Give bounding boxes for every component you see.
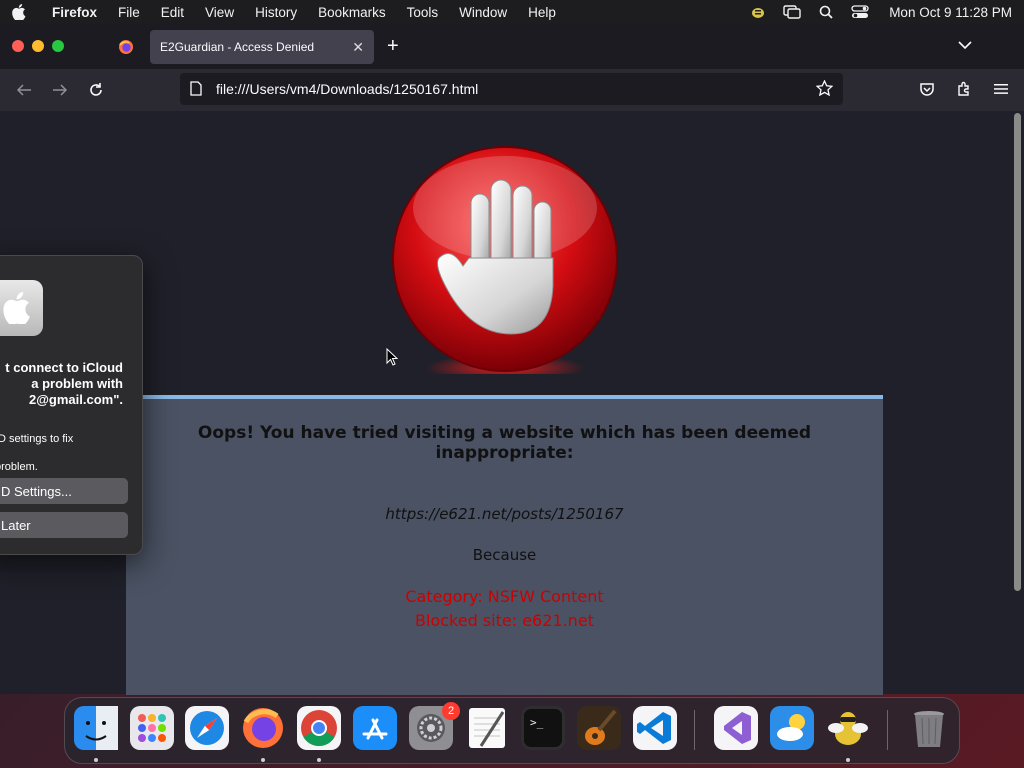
menu-app-name[interactable]: Firefox — [52, 5, 97, 20]
weather-icon[interactable] — [770, 706, 814, 750]
screen-mirroring-icon[interactable] — [783, 5, 801, 19]
firefox-running-indicator — [261, 758, 265, 762]
toolbar-actions — [918, 80, 1010, 98]
icloud-alert-dialog: t connect to iCloud a problem with 2@gma… — [0, 255, 143, 555]
menu-edit[interactable]: Edit — [161, 5, 184, 20]
dock: 2 >_ — [64, 697, 960, 764]
finder-icon[interactable] — [74, 706, 118, 750]
launchpad-icon[interactable] — [130, 706, 174, 750]
app-store-icon[interactable] — [353, 706, 397, 750]
textedit-icon[interactable] — [465, 706, 509, 750]
menubar-clock[interactable]: Mon Oct 9 11:28 PM — [889, 5, 1012, 20]
menu-window[interactable]: Window — [459, 5, 507, 20]
bookmark-star-icon[interactable] — [815, 78, 834, 99]
menu-history[interactable]: History — [255, 5, 297, 20]
reload-icon[interactable] — [86, 80, 106, 100]
tab-bar: E2Guardian - Access Denied ✕ + — [0, 24, 1024, 69]
firefox-view-icon[interactable] — [118, 39, 134, 55]
mouse-cursor-icon — [386, 347, 399, 371]
spotlight-search-icon[interactable] — [817, 5, 835, 19]
extensions-icon[interactable] — [955, 80, 973, 98]
close-tab-icon[interactable]: ✕ — [352, 39, 364, 56]
control-center-icon[interactable] — [851, 5, 869, 19]
menu-view[interactable]: View — [205, 5, 234, 20]
minimize-window-button[interactable] — [32, 40, 44, 52]
alert-subtext-line1: ID settings to fix — [0, 433, 74, 445]
later-button[interactable]: Later — [0, 512, 128, 538]
safari-icon[interactable] — [185, 706, 229, 750]
block-message-panel: Oops! You have tried visiting a website … — [126, 395, 883, 695]
terminal-icon[interactable]: >_ — [521, 706, 565, 750]
menu-bar: Firefox File Edit View History Bookmarks… — [0, 0, 1024, 24]
new-tab-icon[interactable]: + — [387, 36, 399, 56]
menu-file[interactable]: File — [118, 5, 140, 20]
finder-running-indicator — [94, 758, 98, 762]
alert-message: t connect to iCloud a problem with 2@gma… — [5, 360, 123, 407]
url-text[interactable]: file:///Users/vm4/Downloads/1250167.html — [216, 81, 478, 97]
page-scrollbar-thumb[interactable] — [1014, 113, 1021, 591]
cyberduck-icon[interactable] — [826, 706, 870, 750]
menu-tools[interactable]: Tools — [407, 5, 439, 20]
nav-toolbar: file:///Users/vm4/Downloads/1250167.html — [0, 69, 1024, 111]
cyberduck-running-indicator — [846, 758, 850, 762]
because-label: Because — [472, 546, 537, 564]
pocket-icon[interactable] — [918, 80, 936, 98]
stop-hand-icon — [391, 146, 619, 382]
vscode-icon[interactable] — [633, 706, 677, 750]
trash-icon[interactable] — [907, 706, 951, 750]
cyberduck-status-icon[interactable] — [749, 5, 767, 19]
svg-text:>_: >_ — [530, 716, 544, 729]
address-bar[interactable]: file:///Users/vm4/Downloads/1250167.html — [180, 73, 843, 105]
apple-menu-icon[interactable] — [12, 4, 42, 20]
apple-logo-icon — [0, 280, 43, 336]
close-window-button[interactable] — [12, 40, 24, 52]
forward-icon[interactable] — [50, 80, 70, 100]
menu-help[interactable]: Help — [528, 5, 556, 20]
back-icon[interactable] — [14, 80, 34, 100]
chrome-running-indicator — [317, 758, 321, 762]
window-controls — [12, 40, 64, 52]
menu-bookmarks[interactable]: Bookmarks — [318, 5, 386, 20]
garageband-icon[interactable] — [577, 706, 621, 750]
block-category: Category: NSFW Content — [405, 587, 604, 606]
dock-separator — [694, 710, 695, 750]
page-document-icon — [190, 81, 204, 97]
hamburger-menu-icon[interactable] — [992, 80, 1010, 98]
blocked-site: Blocked site: e621.net — [415, 611, 594, 630]
apple-id-settings-button[interactable]: D Settings... — [0, 478, 128, 504]
chrome-icon[interactable] — [297, 706, 341, 750]
firefox-icon[interactable] — [241, 706, 285, 750]
visual-studio-icon[interactable] — [714, 706, 758, 750]
tab-title: E2Guardian - Access Denied — [160, 40, 315, 54]
block-headline: Oops! You have tried visiting a website … — [197, 423, 812, 463]
list-all-tabs-icon[interactable] — [958, 37, 972, 55]
dock-separator-trash — [887, 710, 888, 750]
tab-e2guardian[interactable]: E2Guardian - Access Denied ✕ — [150, 30, 374, 64]
blocked-url: https://e621.net/posts/1250167 — [385, 505, 624, 523]
zoom-window-button[interactable] — [52, 40, 64, 52]
settings-notification-badge: 2 — [442, 702, 460, 720]
alert-subtext-line2: problem. — [0, 461, 38, 473]
